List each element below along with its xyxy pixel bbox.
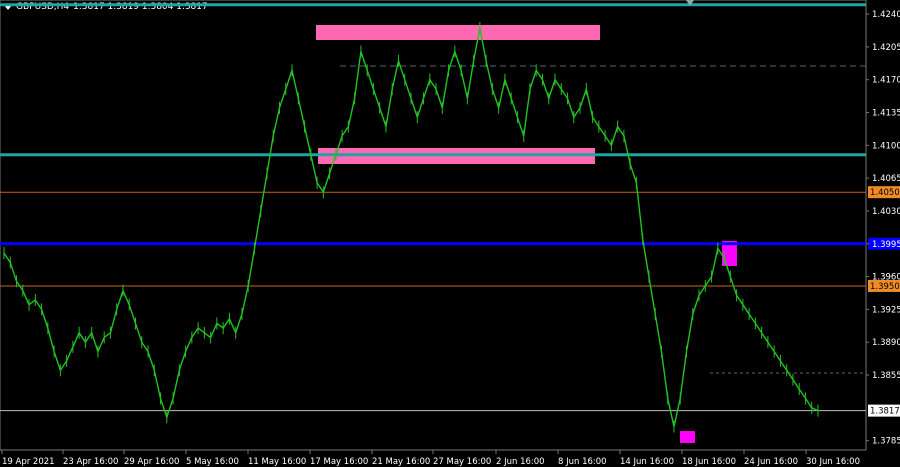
x-tick-label-9: 8 Jun 16:00: [558, 457, 607, 467]
price-series-line: [3, 27, 819, 427]
y-tick-label-5: 1.4065: [872, 174, 900, 184]
x-tick-label-2: 29 Apr 16:00: [124, 457, 179, 467]
y-tick-label-6: 1.4030: [872, 207, 900, 217]
plot-frame: [0, 0, 867, 451]
marker-box-low: [680, 431, 695, 443]
y-tick-label-4: 1.4100: [872, 141, 900, 151]
y-tick-label-9: 1.3925: [872, 305, 900, 315]
x-tick-label-12: 24 Jun 16:00: [744, 457, 798, 467]
level-label-5: 1.3817: [870, 407, 900, 417]
level-label-4: 1.3950: [870, 282, 900, 292]
y-tick-label-1: 1.4205: [872, 43, 900, 53]
x-tick-label-1: 23 Apr 16:00: [63, 457, 118, 467]
x-tick-label-11: 18 Jun 16:00: [682, 457, 736, 467]
x-tick-label-6: 21 May 16:00: [372, 457, 430, 467]
y-tick-label-13: 1.3785: [872, 437, 900, 447]
y-tick-label-8: 1.3960: [872, 273, 900, 283]
resistance-zone-box: [316, 25, 600, 40]
x-tick-label-10: 14 Jun 16:00: [620, 457, 674, 467]
y-tick-label-11: 1.3855: [872, 371, 900, 381]
price-chart[interactable]: 1.4050 1.3950 1.3817 1.4240 1.4205 1.4170 1.4…: [0, 0, 900, 467]
x-tick-label-13: 30 Jun 16:00: [806, 457, 860, 467]
x-tick-label-7: 27 May 16:00: [433, 457, 491, 467]
y-tick-label-10: 1.3890: [872, 338, 900, 348]
y-tick-label-2: 1.4170: [872, 76, 900, 86]
y-tick-label-0: 1.4240: [872, 10, 900, 20]
y-tick-label-7: 1.3995: [872, 240, 900, 250]
x-tick-label-3: 5 May 16:00: [186, 457, 239, 467]
x-tick-label-5: 17 May 16:00: [310, 457, 368, 467]
y-tick-label-3: 1.4135: [872, 109, 900, 119]
x-tick-label-8: 2 Jun 16:00: [496, 457, 545, 467]
x-tick-label-0: 19 Apr 2021: [2, 457, 55, 467]
level-label-2: 1.4050: [870, 188, 900, 198]
x-tick-label-4: 11 May 16:00: [248, 457, 306, 467]
